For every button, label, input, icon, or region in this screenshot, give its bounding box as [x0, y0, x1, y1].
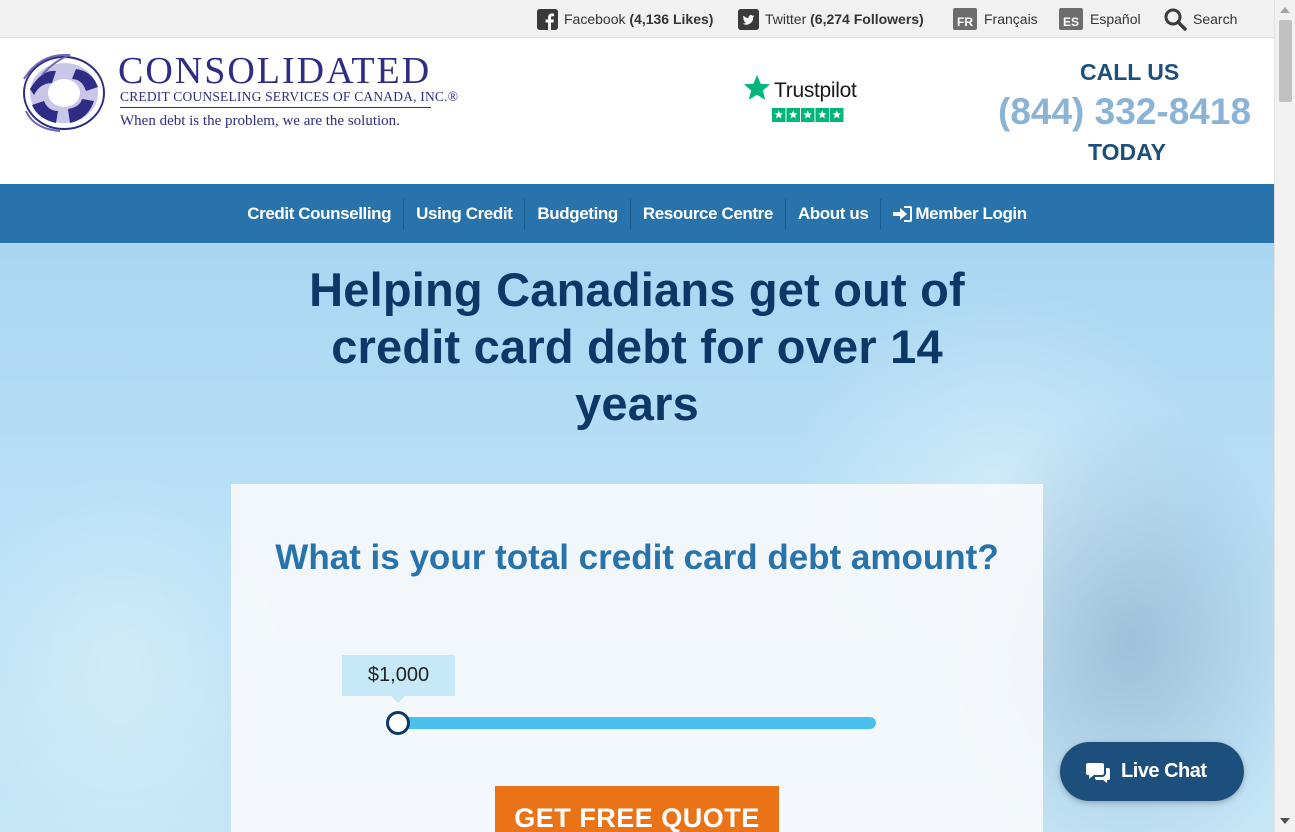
nav-item-label: Budgeting [537, 203, 618, 223]
logo[interactable]: CONSOLIDATED CREDIT COUNSELING SERVICES … [0, 39, 458, 149]
tooltip-pointer [391, 696, 405, 703]
es-badge: ES [1059, 8, 1083, 30]
twitter-label: Twitter [765, 11, 807, 27]
scroll-down-arrow-icon[interactable] [1280, 818, 1290, 824]
nav-item-label: About us [797, 203, 869, 223]
today-label: TODAY [1088, 139, 1166, 165]
trustpilot-badge[interactable]: Trustpilot [742, 71, 868, 125]
facebook-icon [537, 8, 558, 30]
spanish-language-link[interactable]: ES Español [1059, 0, 1141, 38]
trustpilot-label: Trustpilot [774, 79, 857, 102]
logo-name: CONSOLIDATED [118, 50, 432, 92]
search-icon [1163, 7, 1187, 31]
top-utility-bar: Facebook (4,136 Likes) Twitter (6,274 Fo… [0, 0, 1274, 38]
scroll-thumb[interactable] [1279, 20, 1292, 102]
nav-item-label: Resource Centre [642, 203, 773, 223]
facebook-label: Facebook [564, 11, 626, 27]
nav-item-label: Member Login [915, 203, 1027, 223]
nav-item-resource-centre[interactable]: Resource Centre [631, 198, 786, 229]
twitter-count: (6,274 Followers) [810, 11, 924, 27]
trustpilot-star-icon [742, 73, 772, 108]
nav-item-about-us[interactable]: About us [786, 198, 882, 229]
trustpilot-rating-stars [772, 108, 844, 122]
nav-item-member-login[interactable]: Member Login [881, 199, 1038, 229]
nav-item-budgeting[interactable]: Budgeting [525, 198, 631, 229]
logo-emblem-icon [20, 49, 110, 140]
nav-item-using-credit[interactable]: Using Credit [404, 198, 526, 229]
scroll-up-arrow-icon[interactable] [1280, 7, 1290, 13]
site-header: CONSOLIDATED CREDIT COUNSELING SERVICES … [0, 39, 1274, 184]
hero-title: Helping Canadians get out of credit card… [309, 263, 965, 430]
debt-quote-card: What is your total credit card debt amou… [231, 484, 1043, 832]
page-scrollbar[interactable] [1274, 0, 1295, 832]
logo-subtitle: CREDIT COUNSELING SERVICES OF CANADA, IN… [120, 89, 459, 104]
main-nav: Credit Counselling Using Credit Budgetin… [0, 184, 1274, 243]
logo-tagline: When debt is the problem, we are the sol… [120, 113, 400, 129]
search-label: Search [1193, 11, 1238, 27]
nav-item-label: Credit Counselling [247, 203, 392, 223]
fr-badge: FR [953, 8, 977, 30]
slider-value-tooltip: $1,000 [342, 655, 455, 696]
search-link[interactable]: Search [1163, 0, 1237, 38]
french-language-link[interactable]: FR Français [953, 0, 1038, 38]
facebook-count: (4,136 Likes) [629, 11, 714, 27]
twitter-icon [738, 8, 759, 30]
call-us-label: CALL US [1080, 59, 1180, 85]
debt-slider-track[interactable] [388, 717, 876, 729]
sign-in-icon [893, 205, 913, 222]
facebook-link[interactable]: Facebook (4,136 Likes) [537, 0, 713, 38]
chat-icon [1086, 761, 1110, 783]
live-chat-label: Live Chat [1121, 760, 1207, 782]
twitter-link[interactable]: Twitter (6,274 Followers) [738, 0, 924, 38]
live-chat-button[interactable]: Live Chat [1060, 742, 1244, 801]
spanish-label: Español [1090, 11, 1141, 27]
phone-number-link[interactable]: (844) 332-8418 [998, 91, 1251, 133]
french-label: Français [984, 11, 1038, 27]
debt-slider-handle[interactable] [386, 711, 410, 735]
get-free-quote-button[interactable]: GET FREE QUOTE [495, 786, 779, 832]
nav-item-credit-counselling[interactable]: Credit Counselling [235, 198, 405, 229]
nav-item-label: Using Credit [416, 203, 513, 223]
debt-question: What is your total credit card debt amou… [275, 538, 999, 577]
logo-divider [120, 107, 431, 108]
